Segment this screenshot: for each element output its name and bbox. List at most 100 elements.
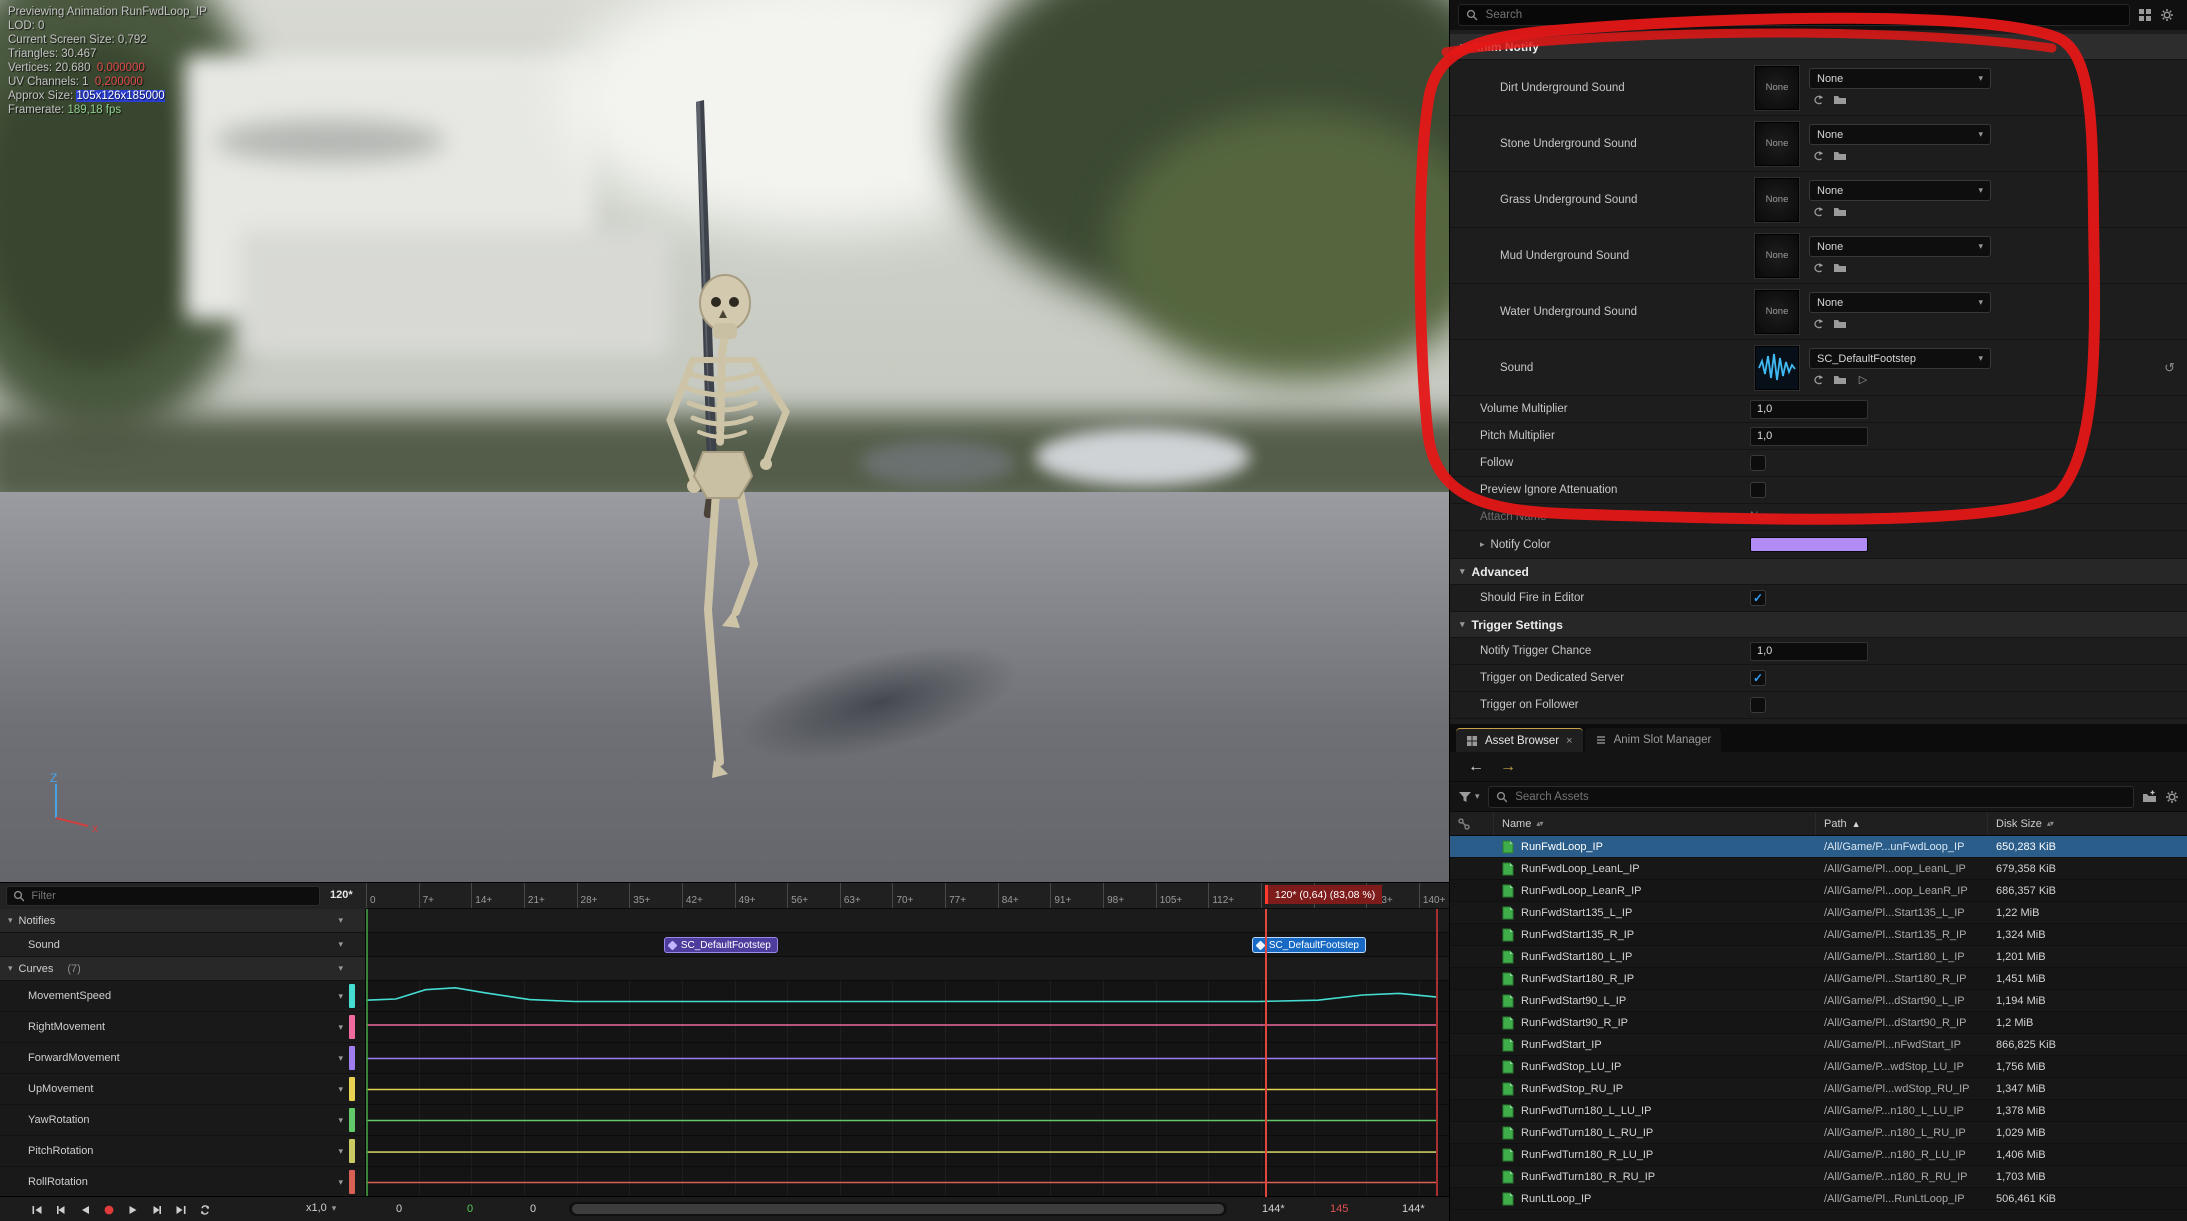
use-selected-asset-icon[interactable] <box>1809 204 1825 219</box>
track-options-caret-icon[interactable]: ▾ <box>338 915 343 926</box>
section-trigger-settings[interactable]: ▾ Trigger Settings <box>1450 612 2187 638</box>
track-options-caret-icon[interactable]: ▾ <box>338 963 343 974</box>
close-tab-icon[interactable]: × <box>1566 735 1572 747</box>
trigger-on-dedicated-server-checkbox[interactable]: ✓ <box>1750 670 1766 686</box>
curve-track-row[interactable]: PitchRotation ▾ <box>0 1136 365 1167</box>
track-options-caret-icon[interactable]: ▾ <box>338 991 343 1002</box>
browse-to-asset-icon[interactable] <box>1832 260 1848 275</box>
asset-picker-combo[interactable]: None ▾ <box>1809 124 1991 145</box>
timeline-filter-box[interactable] <box>6 886 320 906</box>
view-options-icon[interactable] <box>2138 8 2152 22</box>
details-search-input[interactable] <box>1484 8 2122 22</box>
asset-row[interactable]: RunFwdLoop_LeanR_IP /All/Game/Pl...oop_L… <box>1450 880 2187 902</box>
filter-funnel-button[interactable]: ▾ <box>1458 791 1480 803</box>
curve-track-row[interactable]: RollRotation ▾ <box>0 1167 365 1197</box>
track-group-notifies[interactable]: ▾ Notifies ▾ <box>0 909 365 933</box>
range-value[interactable]: 0 <box>396 1203 402 1215</box>
asset-row[interactable]: RunFwdTurn180_R_LU_IP /All/Game/P...n180… <box>1450 1144 2187 1166</box>
asset-settings-gear-icon[interactable] <box>2165 790 2179 804</box>
playhead[interactable] <box>1265 909 1267 1197</box>
reset-to-default-icon[interactable]: ↺ <box>2164 360 2175 376</box>
tab-asset-browser[interactable]: Asset Browser × <box>1456 728 1583 752</box>
browse-to-asset-icon[interactable] <box>1832 204 1848 219</box>
curve-lane[interactable] <box>366 1012 1449 1043</box>
track-options-caret-icon[interactable]: ▾ <box>338 1022 343 1033</box>
asset-picker-combo[interactable]: None ▾ <box>1809 292 1991 313</box>
expand-caret-icon[interactable]: ▾ <box>8 915 13 926</box>
asset-row[interactable]: RunFwdStart135_R_IP /All/Game/Pl...Start… <box>1450 924 2187 946</box>
range-value[interactable]: 0 <box>530 1203 536 1215</box>
follow-checkbox[interactable]: ✓ <box>1750 455 1766 471</box>
asset-row[interactable]: RunFwdLoop_LeanL_IP /All/Game/Pl...oop_L… <box>1450 858 2187 880</box>
settings-gear-icon[interactable] <box>2160 8 2174 22</box>
range-value[interactable]: 144* <box>1402 1203 1425 1215</box>
preview-ignore-attenuation-checkbox[interactable]: ✓ <box>1750 482 1766 498</box>
save-folder-icon[interactable] <box>2142 790 2157 803</box>
curve-lane[interactable] <box>366 981 1449 1012</box>
section-anim-notify[interactable]: ▾ Anim Notify <box>1450 34 2187 60</box>
viewport-3d[interactable]: Previewing Animation RunFwdLoop_IP LOD: … <box>0 0 1449 882</box>
asset-picker-combo[interactable]: None ▾ <box>1809 180 1991 201</box>
asset-thumbnail[interactable]: None <box>1755 66 1799 110</box>
track-options-caret-icon[interactable]: ▾ <box>338 1053 343 1064</box>
section-advanced[interactable]: ▾ Advanced <box>1450 559 2187 585</box>
notify-color-swatch[interactable] <box>1750 537 1868 552</box>
forward-arrow-button[interactable]: → <box>1500 758 1516 776</box>
timeline-track-area[interactable]: SC_DefaultFootstep SC_DefaultFootstep <box>366 909 1449 1197</box>
asset-row[interactable]: RunFwdStart135_L_IP /All/Game/Pl...Start… <box>1450 902 2187 924</box>
curve-track-row[interactable]: YawRotation ▾ <box>0 1105 365 1136</box>
asset-row[interactable]: RunFwdStart_IP /All/Game/Pl...nFwdStart_… <box>1450 1034 2187 1056</box>
asset-row[interactable]: RunFwdTurn180_L_LU_IP /All/Game/P...n180… <box>1450 1100 2187 1122</box>
asset-search-input[interactable] <box>1513 790 2126 804</box>
timeline-scrollbar-thumb[interactable] <box>572 1204 1224 1214</box>
timeline-ruler[interactable]: 0 7+ 14+ 21+ <box>366 883 1449 909</box>
asset-thumbnail[interactable]: None <box>1755 290 1799 334</box>
asset-thumbnail[interactable]: None <box>1755 234 1799 278</box>
curve-lane[interactable] <box>366 1043 1449 1074</box>
curve-track-row[interactable]: MovementSpeed ▾ <box>0 981 365 1012</box>
asset-row[interactable]: RunFwdStart180_L_IP /All/Game/Pl...Start… <box>1450 946 2187 968</box>
curve-lane[interactable] <box>366 1105 1449 1136</box>
use-selected-asset-icon[interactable] <box>1809 260 1825 275</box>
asset-row[interactable]: RunFwdStart90_R_IP /All/Game/Pl...dStart… <box>1450 1012 2187 1034</box>
sound-wave-thumbnail[interactable] <box>1755 346 1799 390</box>
use-selected-asset-icon[interactable] <box>1809 92 1825 107</box>
trigger-on-follower-checkbox[interactable]: ✓ <box>1750 697 1766 713</box>
asset-row[interactable]: RunFwdStop_LU_IP /All/Game/P...wdStop_LU… <box>1450 1056 2187 1078</box>
browse-to-asset-icon[interactable] <box>1832 92 1848 107</box>
column-header-name[interactable]: Name ▴▾ <box>1494 812 1816 835</box>
asset-row[interactable]: RunFwdStart180_R_IP /All/Game/Pl...Start… <box>1450 968 2187 990</box>
asset-row[interactable]: RunFwdStop_RU_IP /All/Game/Pl...wdStop_R… <box>1450 1078 2187 1100</box>
notify-marker[interactable]: SC_DefaultFootstep <box>664 937 778 953</box>
expand-caret-icon[interactable]: ▾ <box>8 963 13 974</box>
curve-track-row[interactable]: ForwardMovement ▾ <box>0 1043 365 1074</box>
asset-row[interactable]: RunFwdTurn180_L_RU_IP /All/Game/P...n180… <box>1450 1122 2187 1144</box>
revision-column-icon[interactable] <box>1450 812 1494 835</box>
track-group-curves[interactable]: ▾ Curves (7) ▾ <box>0 957 365 981</box>
back-arrow-button[interactable]: ← <box>1468 758 1484 776</box>
play-sound-icon[interactable]: ▷ <box>1855 372 1871 387</box>
timeline-scrollbar[interactable] <box>569 1202 1227 1216</box>
browse-to-asset-icon[interactable] <box>1832 316 1848 331</box>
track-options-caret-icon[interactable]: ▾ <box>338 1177 343 1188</box>
track-sound[interactable]: Sound ▾ <box>0 933 365 957</box>
track-options-caret-icon[interactable]: ▾ <box>338 939 343 950</box>
details-search-box[interactable] <box>1458 4 2130 26</box>
asset-picker-combo[interactable]: None ▾ <box>1809 236 1991 257</box>
asset-row[interactable]: RunFwdLoop_IP /All/Game/P...unFwdLoop_IP… <box>1450 836 2187 858</box>
curve-lane[interactable] <box>366 1074 1449 1105</box>
asset-row[interactable]: RunLtLoop_IP /All/Game/Pl...RunLtLoop_IP… <box>1450 1188 2187 1210</box>
sound-asset-combo[interactable]: SC_DefaultFootstep ▾ <box>1809 348 1991 369</box>
notify-trigger-chance-input[interactable] <box>1750 642 1868 661</box>
curve-lane[interactable] <box>366 1167 1449 1197</box>
asset-picker-combo[interactable]: None ▾ <box>1809 68 1991 89</box>
use-selected-asset-icon[interactable] <box>1809 372 1825 387</box>
volume-multiplier-input[interactable] <box>1750 400 1868 419</box>
tab-anim-slot-manager[interactable]: Anim Slot Manager <box>1585 728 1722 752</box>
asset-thumbnail[interactable]: None <box>1755 178 1799 222</box>
pitch-multiplier-input[interactable] <box>1750 427 1868 446</box>
asset-row[interactable]: RunFwdTurn180_R_RU_IP /All/Game/P...n180… <box>1450 1166 2187 1188</box>
track-options-caret-icon[interactable]: ▾ <box>338 1084 343 1095</box>
range-value[interactable]: 145 <box>1330 1203 1348 1215</box>
track-options-caret-icon[interactable]: ▾ <box>338 1146 343 1157</box>
